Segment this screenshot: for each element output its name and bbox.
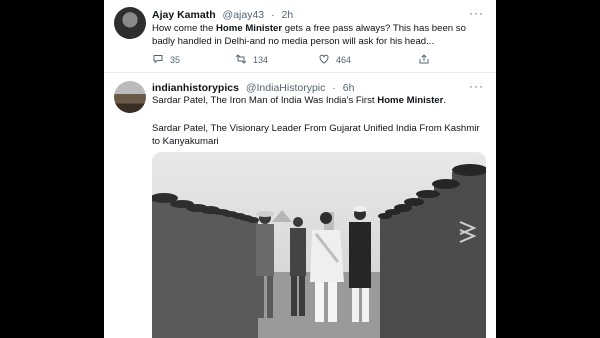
tweet-text-start: How come the (152, 23, 216, 34)
display-name[interactable]: indianhistorypics (152, 82, 239, 94)
tweet-photo[interactable] (152, 152, 486, 338)
more-icon[interactable]: ··· (469, 79, 484, 93)
separator: · (332, 82, 336, 94)
tweet-text-highlight: Home Minister (377, 95, 444, 106)
more-icon[interactable]: ··· (469, 6, 484, 20)
tweet-actions: 35 134 464 (152, 53, 482, 67)
tweet-text: How come the Home Minister gets a free p… (152, 23, 486, 48)
like-button[interactable]: 464 (318, 53, 351, 67)
share-icon (418, 53, 430, 67)
avatar[interactable] (114, 81, 146, 113)
tweet-header: Ajay Kamath @ajay43 · 2h (152, 9, 293, 21)
tweet-text-end: . (443, 95, 447, 106)
avatar[interactable] (114, 7, 146, 39)
like-count: 464 (336, 55, 352, 65)
retweet-icon (235, 53, 247, 67)
like-icon (318, 53, 330, 67)
handle[interactable]: @ajay43 (223, 9, 265, 21)
tweet[interactable]: Ajay Kamath @ajay43 · 2h ··· How come th… (104, 0, 496, 73)
historical-photo-graphic (152, 152, 486, 338)
reply-icon (152, 53, 164, 67)
reply-count: 35 (170, 55, 181, 65)
tweet-text-start: Sardar Patel, The Iron Man of India Was … (152, 95, 378, 106)
timeline-panel: Ajay Kamath @ajay43 · 2h ··· How come th… (104, 0, 496, 338)
retweet-count: 134 (253, 55, 269, 65)
tweet-text-line: Sardar Patel, The Visionary Leader From … (152, 123, 480, 147)
tweet-text-highlight: Home Minister (216, 23, 283, 34)
timestamp[interactable]: 2h (281, 9, 293, 21)
tweet[interactable]: indianhistorypics @IndiaHistorypic · 6h … (104, 73, 496, 338)
share-button[interactable] (418, 53, 430, 67)
handle[interactable]: @IndiaHistorypic (246, 82, 326, 94)
tweet-text-line: Sardar Patel, The Iron Man of India Was … (152, 95, 486, 108)
reply-button[interactable]: 35 (152, 53, 180, 67)
display-name[interactable]: Ajay Kamath (152, 9, 216, 21)
separator: · (271, 9, 275, 21)
retweet-button[interactable]: 134 (235, 53, 268, 67)
timestamp[interactable]: 6h (343, 82, 355, 94)
tweet-header: indianhistorypics @IndiaHistorypic · 6h (152, 82, 354, 94)
